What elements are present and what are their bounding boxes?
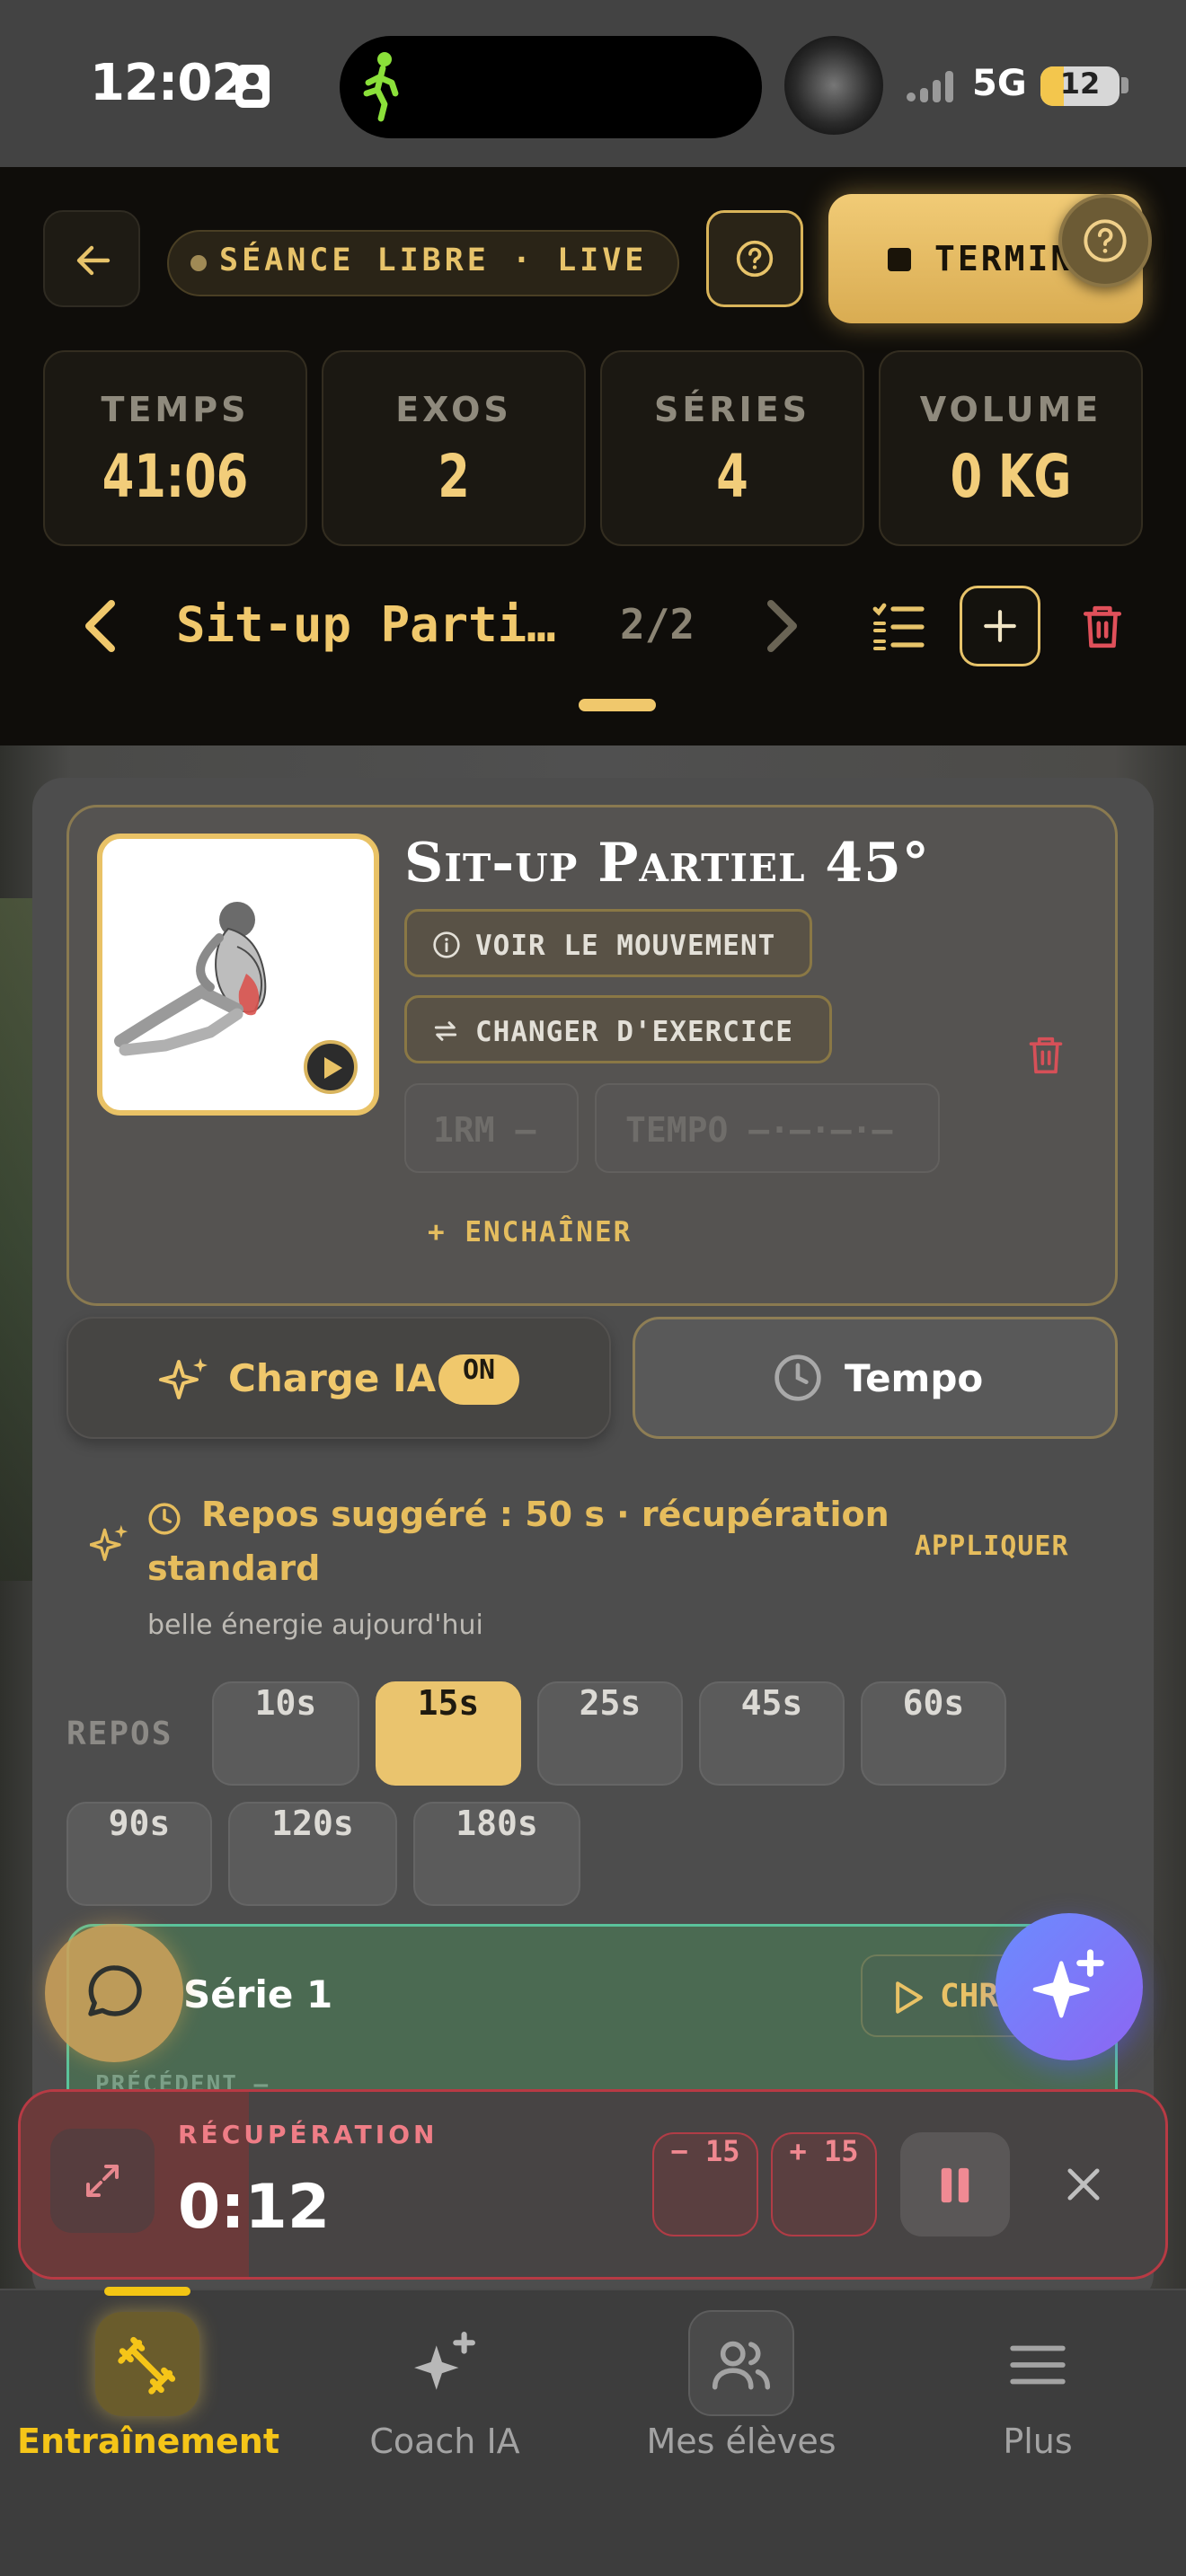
- clock-icon: [148, 1503, 181, 1535]
- sparkle-icon: [159, 1358, 208, 1399]
- view-movement-button[interactable]: VOIR LE MOUVEMENT: [404, 909, 812, 977]
- play-icon: [896, 1981, 923, 2014]
- nav-students-label[interactable]: Mes élèves: [593, 2422, 890, 2461]
- exercise-list-icon[interactable]: [870, 600, 927, 654]
- apply-suggestion-button[interactable]: APPLIQUER: [915, 1531, 1069, 1562]
- stat-sets: SÉRIES 4: [600, 350, 864, 546]
- rest-suggestion-text-cont: standard: [147, 1548, 321, 1588]
- sparkle-icon: [1032, 1949, 1104, 2018]
- plus-15-button[interactable]: + 15: [771, 2132, 877, 2236]
- view-movement-label: VOIR LE MOUVEMENT: [475, 930, 776, 962]
- play-icon: [324, 1057, 342, 1079]
- stat-label: SÉRIES: [653, 390, 811, 429]
- tempo-field[interactable]: TEMPO —·—·—·—: [595, 1083, 940, 1173]
- ai-assistant-button[interactable]: [996, 1913, 1143, 2060]
- session-status-label: SÉANCE LIBRE · LIVE: [219, 243, 648, 278]
- remove-exercise-trash-icon[interactable]: [1026, 1033, 1066, 1078]
- rest-option-180s[interactable]: 180s: [413, 1802, 580, 1906]
- stat-label: TEMPS: [101, 390, 250, 429]
- nav-active-indicator: [104, 2287, 190, 2296]
- stat-volume: VOLUME 0 KG: [879, 350, 1143, 546]
- rest-option-10s[interactable]: 10s: [212, 1681, 359, 1786]
- expand-icon: [86, 2165, 119, 2197]
- add-exercise-button[interactable]: [960, 586, 1040, 666]
- recovery-time: 0:12: [178, 2172, 331, 2243]
- set-title: Série 1: [183, 1972, 333, 2016]
- signal-icon: [907, 71, 953, 102]
- rest-label: REPOS: [66, 1716, 173, 1752]
- change-exercise-label: CHANGER D'EXERCICE: [475, 1016, 793, 1048]
- dumbbell-icon[interactable]: [114, 2332, 181, 2398]
- chat-button[interactable]: [45, 1924, 183, 2062]
- exercise-counter: 2/2: [620, 600, 695, 648]
- rest-option-120s[interactable]: 120s: [228, 1802, 397, 1906]
- stat-exercises: EXOS 2: [322, 350, 586, 546]
- contact-badge-icon: [235, 65, 270, 108]
- nav-training-label[interactable]: Entraînement: [0, 2422, 296, 2461]
- media-thumbnail-icon: [784, 36, 883, 135]
- pause-icon: [941, 2167, 969, 2203]
- change-exercise-button[interactable]: CHANGER D'EXERCICE: [404, 995, 832, 1063]
- battery-icon: 12: [1040, 66, 1120, 106]
- one-rm-label: 1RM —: [433, 1110, 536, 1150]
- nav-coach-ia-label[interactable]: Coach IA: [296, 2422, 593, 2461]
- recovery-label: RÉCUPÉRATION: [178, 2120, 438, 2149]
- pause-timer-button[interactable]: [900, 2132, 1010, 2236]
- stat-time: TEMPS 41:06: [43, 350, 307, 546]
- rest-suggestion-text: Repos suggéré : 50 s · récupération: [201, 1495, 890, 1534]
- stop-icon: [888, 248, 911, 271]
- stat-value: 4: [716, 442, 748, 511]
- play-movement-button[interactable]: [304, 1040, 358, 1094]
- delete-exercise-trash-icon[interactable]: [1080, 602, 1125, 652]
- minus-15-button[interactable]: − 15: [652, 2132, 758, 2236]
- background-plant: [0, 898, 34, 1581]
- swap-icon: [434, 1021, 457, 1041]
- rest-option-45s[interactable]: 45s: [699, 1681, 845, 1786]
- chain-exercise-button[interactable]: + ENCHAÎNER: [428, 1216, 632, 1248]
- walking-activity-icon: [363, 52, 399, 122]
- stat-label: EXOS: [395, 390, 512, 429]
- stat-value: 2: [438, 442, 470, 511]
- battery-level: 12: [1059, 66, 1101, 101]
- expand-timer-button[interactable]: [50, 2129, 155, 2233]
- stat-value: 0 KG: [950, 442, 1072, 511]
- nav-more-label[interactable]: Plus: [890, 2422, 1186, 2461]
- clock-icon: [774, 1354, 821, 1401]
- sparkle-icon: [90, 1524, 128, 1561]
- tempo-placeholder: TEMPO —·—·—·—: [625, 1110, 893, 1150]
- status-time: 12:02: [90, 54, 246, 112]
- exercise-name: Sit-up Partiel 45°: [404, 832, 930, 895]
- tempo-label: Tempo: [845, 1356, 984, 1400]
- drag-handle[interactable]: [579, 699, 656, 711]
- close-timer-icon[interactable]: [1060, 2161, 1107, 2208]
- previous-exercise-chevron-icon[interactable]: [75, 596, 129, 656]
- rest-option-60s[interactable]: 60s: [861, 1681, 1006, 1786]
- users-icon[interactable]: [708, 2332, 774, 2398]
- sparkle-icon[interactable]: [412, 2332, 478, 2398]
- live-dot: [190, 255, 207, 271]
- next-exercise-chevron-icon[interactable]: [753, 596, 807, 656]
- help-button[interactable]: [706, 210, 803, 307]
- one-rm-field[interactable]: 1RM —: [404, 1083, 579, 1173]
- question-icon: [736, 240, 774, 278]
- menu-icon[interactable]: [1005, 2332, 1071, 2398]
- back-button[interactable]: [43, 210, 140, 307]
- battery-tip: [1121, 77, 1128, 93]
- ia-load-state-badge: ON: [438, 1354, 519, 1405]
- rest-option-90s[interactable]: 90s: [66, 1802, 212, 1906]
- stat-label: VOLUME: [919, 390, 1102, 429]
- ia-load-label: Charge IA: [228, 1356, 437, 1400]
- stat-value: 41:06: [102, 442, 249, 511]
- network-type: 5G: [972, 63, 1027, 104]
- floating-help-button[interactable]: [1058, 194, 1152, 287]
- plus-icon: [984, 610, 1016, 642]
- question-icon: [1084, 219, 1127, 262]
- current-exercise-title: Sit-up Parti…: [176, 596, 556, 653]
- rest-suggestion-subtitle: belle énergie aujourd'hui: [147, 1610, 483, 1641]
- info-icon: [433, 931, 460, 958]
- chat-bubble-icon: [88, 1965, 142, 2016]
- arrow-left-icon: [76, 245, 111, 276]
- rest-option-15s[interactable]: 15s: [376, 1681, 521, 1786]
- rest-option-25s[interactable]: 25s: [537, 1681, 683, 1786]
